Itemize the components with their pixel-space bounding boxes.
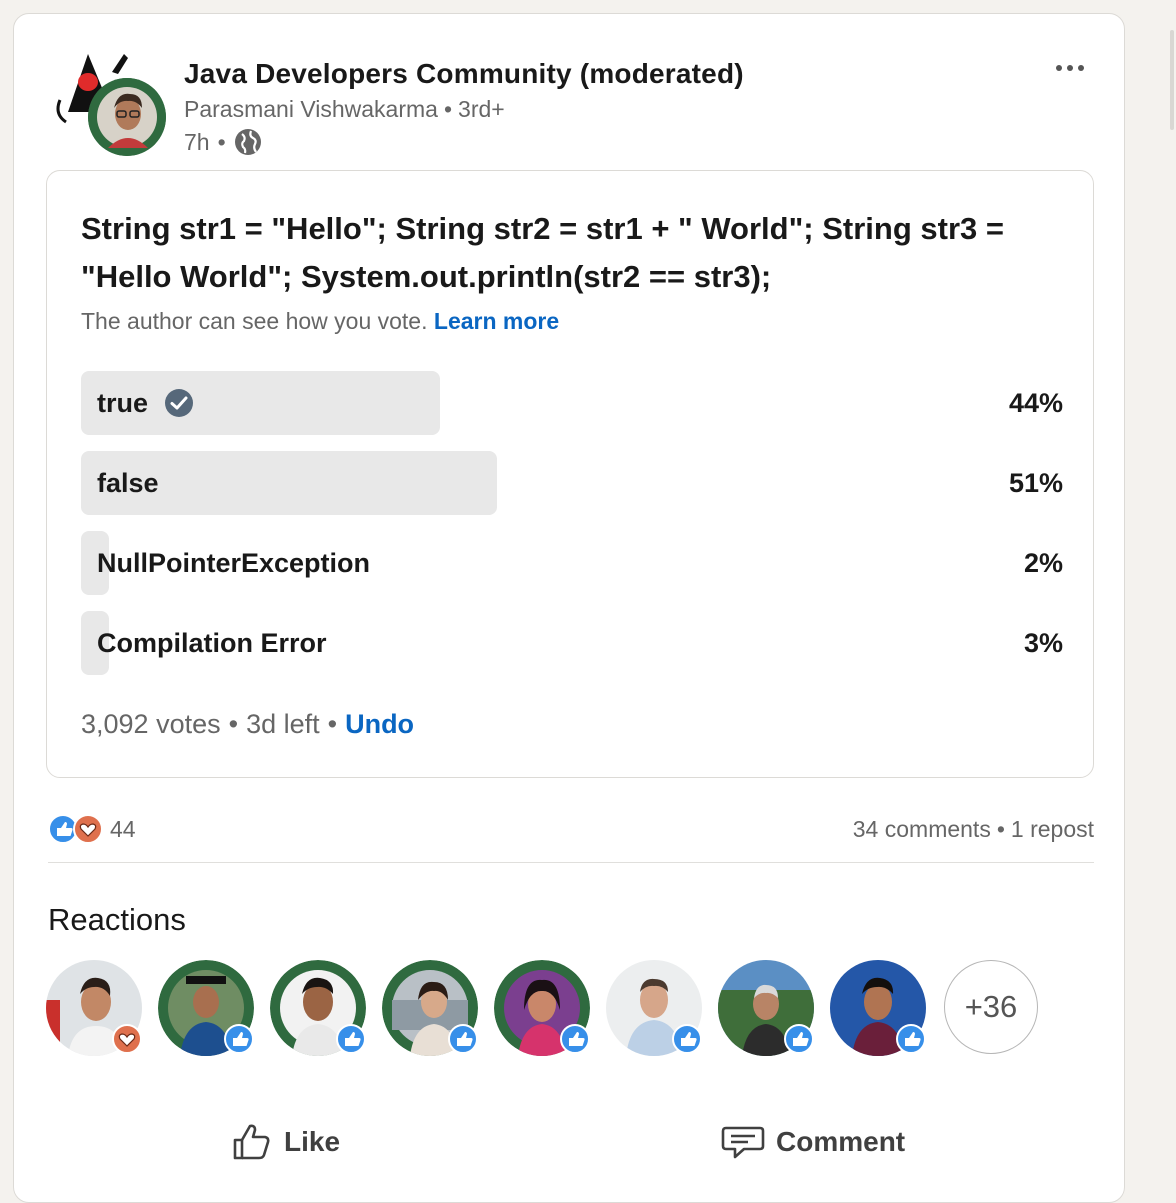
like-badge-icon [560, 1024, 590, 1054]
poll-question: String str1 = "Hello"; String str2 = str… [81, 211, 1004, 294]
like-badge-icon [672, 1024, 702, 1054]
like-badge-icon [448, 1024, 478, 1054]
reactor-avatar[interactable] [718, 960, 814, 1056]
like-badge-icon [896, 1024, 926, 1054]
like-label: Like [284, 1126, 341, 1157]
ellipsis-icon [1056, 65, 1084, 71]
separator-dot: • [217, 128, 226, 155]
poll-option-text: true [97, 388, 149, 418]
reaction-count[interactable]: 44 [110, 816, 136, 843]
poll-option-percent: 44% [1008, 388, 1063, 418]
reactions-heading: Reactions [48, 902, 186, 937]
poll-option-label: Compilation Error [97, 611, 327, 675]
poll-option-text: false [97, 468, 159, 498]
poll-option-percent: 51% [1008, 468, 1063, 498]
post-avatar-group[interactable] [54, 42, 178, 170]
like-badge-icon [336, 1024, 366, 1054]
learn-more-link[interactable]: Learn more [434, 308, 559, 334]
reactor-avatar[interactable] [382, 960, 478, 1056]
author-name[interactable]: Parasmani Vishwakarma [184, 96, 438, 122]
vote-count: 3,092 votes [81, 709, 221, 739]
love-badge-icon [112, 1024, 142, 1054]
like-button[interactable]: Like [230, 1114, 340, 1170]
poll-card: String str1 = "Hello"; String str2 = str… [46, 170, 1094, 778]
reactor-avatar[interactable] [494, 960, 590, 1056]
poll-meta: 3,092 votes • 3d left • Undo [81, 709, 414, 740]
like-icon [233, 1124, 270, 1160]
poll-option-compilation-error[interactable]: Compilation Error 3% [81, 611, 1063, 675]
undo-vote-link[interactable]: Undo [345, 709, 414, 739]
poll-option-text: Compilation Error [97, 628, 327, 658]
author-avatar[interactable] [88, 78, 166, 156]
comments-count-link[interactable]: 34 comments [853, 816, 991, 842]
poll-option-label: NullPointerException [97, 531, 370, 595]
connection-degree: 3rd+ [458, 96, 505, 122]
poll-time-left: 3d left [246, 709, 320, 739]
poll-option-label: false [97, 451, 159, 515]
poll-option-label: true [97, 371, 194, 435]
comment-icon [721, 1126, 765, 1159]
author-line: Parasmani Vishwakarma • 3rd+ [184, 96, 505, 123]
reactor-avatar-row: +36 [46, 960, 1056, 1060]
separator-dot: • [443, 96, 453, 122]
like-badge-icon [224, 1024, 254, 1054]
like-badge-icon [784, 1024, 814, 1054]
engagement-links: 34 comments • 1 repost [853, 816, 1094, 843]
poll-option-text: NullPointerException [97, 548, 371, 578]
separator-dot: • [228, 709, 239, 739]
comment-label: Comment [776, 1126, 906, 1157]
poll-option-false[interactable]: false 51% [81, 451, 1063, 515]
love-reaction-icon [73, 814, 103, 844]
comment-button[interactable]: Comment [720, 1114, 905, 1170]
reactor-avatar[interactable] [158, 960, 254, 1056]
post-time: 7h [184, 128, 210, 155]
poll-option-percent: 2% [1023, 548, 1063, 578]
poll-option-nullpointerexception[interactable]: NullPointerException 2% [81, 531, 1063, 595]
more-options-button[interactable] [1050, 48, 1090, 88]
more-reactors-button[interactable]: +36 [944, 960, 1038, 1054]
reactor-avatar[interactable] [830, 960, 926, 1056]
poll-option-true[interactable]: true 44% [81, 371, 1063, 435]
social-counts-row: 44 34 comments • 1 repost [48, 814, 1094, 844]
vote-visibility-text: The author can see how you vote. [81, 308, 428, 334]
like-reaction-icon [48, 814, 78, 844]
separator-dot: • [996, 816, 1005, 842]
reactor-avatar[interactable] [270, 960, 366, 1056]
group-name[interactable]: Java Developers Community (moderated) [184, 58, 744, 90]
post-card: Java Developers Community (moderated) Pa… [13, 13, 1125, 1203]
section-divider [48, 862, 1094, 863]
poll-vote-note: The author can see how you vote. Learn m… [81, 308, 559, 335]
reposts-count-link[interactable]: 1 repost [1011, 816, 1094, 842]
reactor-avatar[interactable] [46, 960, 142, 1056]
post-timestamp-line: 7h • [184, 128, 262, 156]
reactor-avatar[interactable] [606, 960, 702, 1056]
poll-option-percent: 3% [1023, 628, 1063, 658]
check-circle-icon [165, 389, 194, 417]
globe-icon [234, 129, 261, 155]
scrollbar[interactable] [1170, 30, 1174, 130]
separator-dot: • [327, 709, 338, 739]
reaction-summary-icons[interactable] [48, 814, 106, 844]
